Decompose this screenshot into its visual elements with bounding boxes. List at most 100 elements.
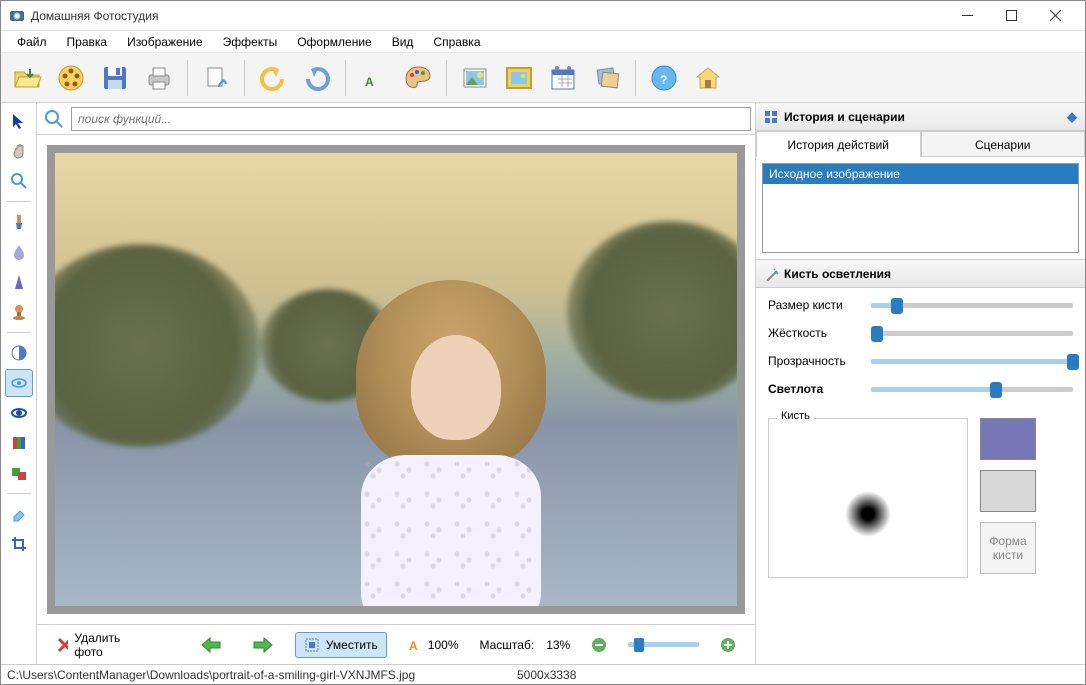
history-list[interactable]: Исходное изображение — [762, 163, 1079, 253]
frame-button[interactable] — [499, 58, 539, 98]
brush-shape-button[interactable]: Форма кисти — [980, 522, 1036, 574]
brush-size-label: Размер кисти — [768, 298, 863, 312]
status-path: C:\Users\ContentManager\Downloads\portra… — [7, 668, 497, 682]
zoom-out-button[interactable] — [582, 632, 616, 658]
photo-content — [55, 153, 737, 606]
delete-photo-button[interactable]: Удалить фото — [47, 626, 137, 664]
menu-image[interactable]: Изображение — [117, 32, 213, 52]
menu-help[interactable]: Справка — [423, 32, 490, 52]
color-swatch-1[interactable] — [980, 418, 1036, 460]
canvas-frame[interactable] — [47, 145, 745, 614]
lightness-slider[interactable] — [871, 387, 1073, 392]
brush-preview-label: Кисть — [777, 410, 814, 422]
svg-text:A: A — [365, 75, 374, 89]
history-item[interactable]: Исходное изображение — [763, 164, 1078, 184]
menu-view[interactable]: Вид — [382, 32, 424, 52]
contrast-tool[interactable] — [5, 339, 33, 367]
brush-title: Кисть осветления — [784, 267, 891, 281]
collage-button[interactable] — [587, 58, 627, 98]
collapse-icon[interactable]: ◆ — [1067, 109, 1077, 125]
hue-tool[interactable] — [5, 429, 33, 457]
menu-effects[interactable]: Эффекты — [213, 32, 288, 52]
image-sun-button[interactable] — [455, 58, 495, 98]
minimize-button[interactable] — [945, 2, 989, 30]
x-icon — [56, 636, 68, 654]
brush-size-slider[interactable] — [871, 303, 1073, 308]
pointer-tool[interactable] — [5, 107, 33, 135]
hardness-label: Жёсткость — [768, 326, 863, 340]
tab-scenarios[interactable]: Сценарии — [921, 131, 1086, 157]
calendar-button[interactable] — [543, 58, 583, 98]
titlebar: Домашняя Фотостудия — [1, 1, 1085, 31]
app-icon — [9, 8, 25, 24]
blur-tool[interactable] — [5, 238, 33, 266]
dodge-tool[interactable] — [5, 369, 33, 397]
a-icon: A — [408, 638, 422, 652]
status-dimensions: 5000x3338 — [517, 668, 576, 682]
main-toolbar: A ? — [1, 53, 1085, 103]
tab-history[interactable]: История действий — [756, 131, 921, 157]
burn-tool[interactable] — [5, 399, 33, 427]
app-title: Домашняя Фотостудия — [31, 9, 945, 23]
search-input[interactable] — [71, 107, 751, 131]
hand-tool[interactable] — [5, 137, 33, 165]
lightness-label: Светлота — [768, 382, 863, 396]
left-toolbox — [1, 103, 37, 664]
canvas-area — [37, 135, 755, 624]
sharpen-tool[interactable] — [5, 268, 33, 296]
grid-icon — [764, 110, 778, 124]
rotate-page-button[interactable] — [196, 58, 236, 98]
color-replace-tool[interactable] — [5, 459, 33, 487]
prev-button[interactable] — [191, 631, 231, 659]
home-button[interactable] — [688, 58, 728, 98]
text-button[interactable]: A — [354, 58, 394, 98]
svg-text:A: A — [409, 639, 418, 652]
zoom-slider[interactable] — [628, 642, 699, 647]
search-row — [37, 103, 755, 135]
undo-button[interactable] — [253, 58, 293, 98]
fit-button[interactable]: Уместить — [295, 632, 387, 658]
brush-tool[interactable] — [5, 208, 33, 236]
brush-dot — [845, 491, 891, 537]
palette-button[interactable] — [398, 58, 438, 98]
menubar: Файл Правка Изображение Эффекты Оформлен… — [1, 31, 1085, 53]
crop-tool[interactable] — [5, 530, 33, 558]
delete-photo-label: Удалить фото — [74, 631, 127, 659]
zoom-100-button[interactable]: A 100% — [399, 633, 468, 657]
scale-value: 13% — [546, 638, 570, 652]
color-swatch-2[interactable] — [980, 470, 1036, 512]
right-panel: История и сценарии ◆ История действий Сц… — [755, 103, 1085, 664]
zoom-tool[interactable] — [5, 167, 33, 195]
stamp-tool[interactable] — [5, 298, 33, 326]
maximize-button[interactable] — [989, 2, 1033, 30]
next-button[interactable] — [243, 631, 283, 659]
eraser-tool[interactable] — [5, 500, 33, 528]
brush-panel-head: Кисть осветления — [756, 260, 1085, 288]
history-tabs: История действий Сценарии — [756, 131, 1085, 157]
close-button[interactable] — [1033, 2, 1077, 30]
fit-icon — [304, 637, 320, 653]
help-button[interactable]: ? — [644, 58, 684, 98]
print-button[interactable] — [139, 58, 179, 98]
open-folder-button[interactable] — [7, 58, 47, 98]
opacity-slider[interactable] — [871, 359, 1073, 364]
zoom-100-label: 100% — [428, 638, 459, 652]
redo-button[interactable] — [297, 58, 337, 98]
wand-icon — [764, 267, 778, 281]
zoom-in-button[interactable] — [711, 632, 745, 658]
bottom-toolbar: Удалить фото Уместить A 100% Масштаб: 13… — [37, 624, 755, 664]
menu-decoration[interactable]: Оформление — [287, 32, 381, 52]
svg-text:?: ? — [660, 73, 667, 87]
save-button[interactable] — [95, 58, 135, 98]
hardness-slider[interactable] — [871, 331, 1073, 336]
status-bar: C:\Users\ContentManager\Downloads\portra… — [1, 664, 1085, 684]
history-title: История и сценарии — [784, 110, 905, 124]
opacity-label: Прозрачность — [768, 354, 863, 368]
brush-preview: Кисть — [768, 418, 968, 578]
search-icon[interactable] — [41, 106, 67, 132]
fit-label: Уместить — [326, 638, 378, 652]
menu-edit[interactable]: Правка — [57, 32, 118, 52]
history-panel-head: История и сценарии ◆ — [756, 103, 1085, 131]
menu-file[interactable]: Файл — [7, 32, 57, 52]
film-reel-button[interactable] — [51, 58, 91, 98]
